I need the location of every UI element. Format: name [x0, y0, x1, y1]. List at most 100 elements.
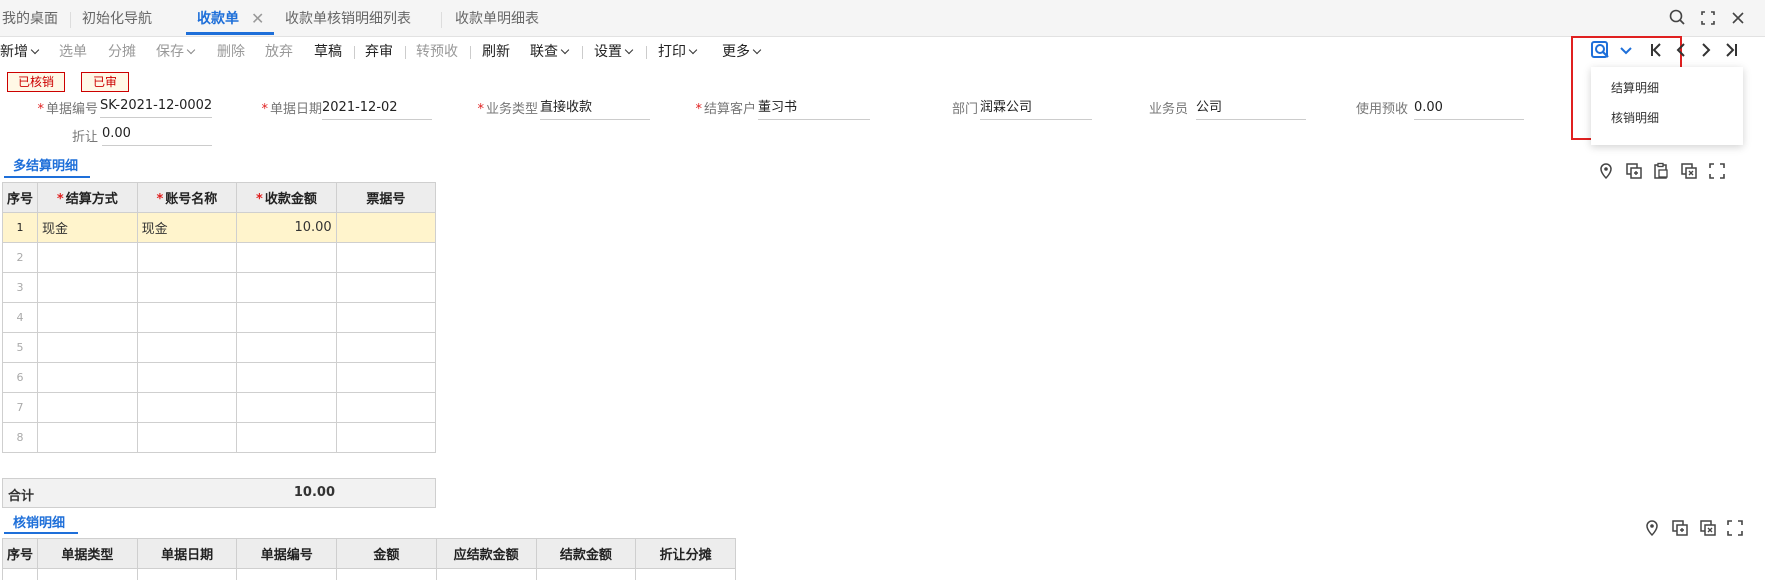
- status-badge-reviewed: 已审: [81, 72, 129, 92]
- delete-row-icon[interactable]: [1699, 519, 1717, 537]
- paste-icon[interactable]: [1652, 162, 1670, 180]
- chevron-down-icon[interactable]: [1613, 38, 1639, 62]
- cell-amount[interactable]: [236, 362, 337, 393]
- cell-account[interactable]: [136, 242, 238, 273]
- cell-bill-no[interactable]: [335, 242, 437, 273]
- table-row[interactable]: 5: [1, 332, 437, 363]
- settings-button[interactable]: 设置: [594, 37, 634, 67]
- table-row[interactable]: 1 现金 现金 10.00: [1, 212, 437, 243]
- cell-account[interactable]: [136, 332, 238, 363]
- cell-account[interactable]: [136, 422, 238, 453]
- prepay-field[interactable]: 0.00: [1414, 98, 1524, 120]
- tab-receipt-detail[interactable]: 收款单明细表: [455, 0, 539, 36]
- select-doc-button[interactable]: 选单: [59, 37, 87, 67]
- tab-verification-list[interactable]: 收款单核销明细列表: [285, 0, 411, 36]
- close-window-icon[interactable]: [1726, 6, 1750, 30]
- dept-field[interactable]: 润霖公司: [980, 98, 1092, 120]
- salesman-field[interactable]: 公司: [1196, 98, 1306, 120]
- table-row[interactable]: [1, 568, 736, 580]
- customer-label-text: 结算客户: [703, 102, 756, 117]
- cell-bill-no[interactable]: [335, 272, 437, 303]
- expand-icon[interactable]: [1708, 162, 1726, 180]
- discard-button[interactable]: 放弃: [265, 37, 293, 67]
- print-button[interactable]: 打印: [658, 37, 698, 67]
- cell-amount[interactable]: 10.00: [236, 212, 337, 243]
- table-row[interactable]: 3: [1, 272, 437, 303]
- customer-field[interactable]: 董习书: [758, 98, 870, 120]
- tab-receipt[interactable]: 收款单: [197, 0, 239, 36]
- cell-bill-no[interactable]: [335, 362, 437, 393]
- table-cell[interactable]: [635, 568, 736, 580]
- cell-method[interactable]: [37, 392, 138, 423]
- cell-amount[interactable]: [236, 392, 337, 423]
- cell-bill-no[interactable]: [335, 302, 437, 333]
- cell-amount[interactable]: [236, 422, 337, 453]
- cell-method[interactable]: [37, 332, 138, 363]
- delete-button[interactable]: 删除: [217, 37, 245, 67]
- location-icon[interactable]: [1597, 162, 1615, 180]
- cell-amount[interactable]: [236, 332, 337, 363]
- cell-account[interactable]: [136, 272, 238, 303]
- search-icon[interactable]: [1666, 6, 1690, 30]
- table-cell[interactable]: [435, 568, 537, 580]
- cell-account[interactable]: [136, 362, 238, 393]
- insert-row-icon[interactable]: [1625, 162, 1643, 180]
- new-button[interactable]: 新增: [0, 37, 40, 67]
- cell-bill-no[interactable]: [335, 212, 437, 243]
- next-record-icon[interactable]: [1693, 38, 1719, 62]
- more-button[interactable]: 更多: [722, 37, 762, 67]
- table-cell[interactable]: [535, 568, 637, 580]
- query-icon[interactable]: [1588, 38, 1614, 62]
- table-row[interactable]: 4: [1, 302, 437, 333]
- close-icon[interactable]: ✕: [251, 0, 264, 36]
- table-row[interactable]: 8: [1, 422, 437, 453]
- tab-init-nav[interactable]: 初始化导航: [82, 0, 152, 36]
- chevron-down-icon: [30, 45, 40, 55]
- fullscreen-icon[interactable]: [1696, 6, 1720, 30]
- previous-record-icon[interactable]: [1668, 38, 1694, 62]
- table-row[interactable]: 7: [1, 392, 437, 423]
- cell-bill-no[interactable]: [335, 332, 437, 363]
- table-cell[interactable]: [37, 568, 138, 580]
- cell-method[interactable]: 现金: [37, 212, 138, 243]
- doc-no-field[interactable]: SK-2021-12-0002: [100, 96, 212, 118]
- menu-item-verification-detail[interactable]: 核销明细: [1591, 105, 1743, 131]
- delete-row-icon[interactable]: [1680, 162, 1698, 180]
- split-button[interactable]: 分摊: [108, 37, 136, 67]
- cell-amount[interactable]: [236, 242, 337, 273]
- cell-method[interactable]: [37, 362, 138, 393]
- biz-type-field[interactable]: 直接收款: [540, 98, 650, 120]
- to-prepay-button[interactable]: 转预收: [416, 37, 458, 67]
- menu-item-settlement-detail[interactable]: 结算明细: [1591, 75, 1743, 101]
- discount-field[interactable]: 0.00: [102, 124, 212, 146]
- unreview-button[interactable]: 弃审: [365, 37, 393, 67]
- last-record-icon[interactable]: [1718, 38, 1744, 62]
- table-row[interactable]: 2: [1, 242, 437, 273]
- tab-my-desktop[interactable]: 我的桌面: [2, 0, 58, 36]
- cell-bill-no[interactable]: [335, 422, 437, 453]
- draft-button[interactable]: 草稿: [314, 37, 342, 67]
- cell-amount[interactable]: [236, 302, 337, 333]
- cell-bill-no[interactable]: [335, 392, 437, 423]
- table-cell[interactable]: [336, 568, 437, 580]
- cell-method[interactable]: [37, 422, 138, 453]
- refresh-button[interactable]: 刷新: [482, 37, 510, 67]
- cell-account[interactable]: [136, 392, 238, 423]
- table-row[interactable]: 6: [1, 362, 437, 393]
- table-cell[interactable]: [236, 568, 338, 580]
- expand-icon[interactable]: [1726, 519, 1744, 537]
- cell-account[interactable]: [136, 302, 238, 333]
- link-query-button[interactable]: 联查: [530, 37, 570, 67]
- doc-date-field[interactable]: 2021-12-02: [322, 98, 432, 120]
- cell-method[interactable]: [37, 242, 138, 273]
- first-record-icon[interactable]: [1643, 38, 1669, 62]
- location-icon[interactable]: [1643, 519, 1661, 537]
- cell-method[interactable]: [37, 302, 138, 333]
- cell-amount[interactable]: [236, 272, 337, 303]
- save-button[interactable]: 保存: [156, 37, 196, 67]
- cell-account[interactable]: 现金: [136, 212, 238, 243]
- total-label: 合计: [8, 489, 35, 504]
- insert-row-icon[interactable]: [1671, 519, 1689, 537]
- cell-method[interactable]: [37, 272, 138, 303]
- table-cell[interactable]: [136, 568, 238, 580]
